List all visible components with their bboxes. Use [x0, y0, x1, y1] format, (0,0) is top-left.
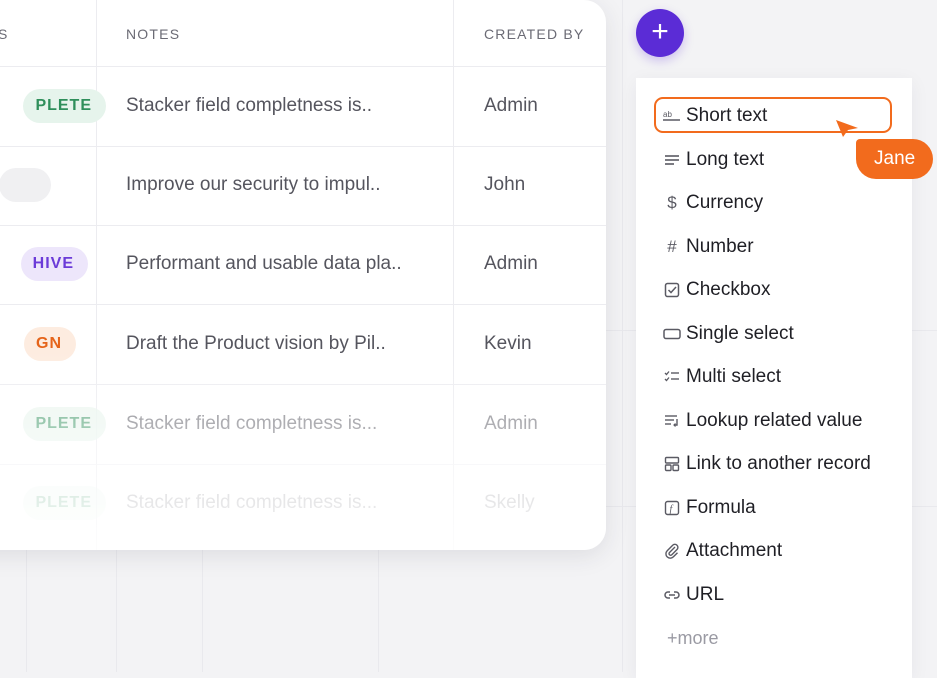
column-header-status[interactable]: S	[0, 26, 9, 42]
menu-item-label: Short text	[686, 105, 768, 126]
menu-item-label: URL	[686, 584, 725, 605]
status-badge: PLETE	[23, 486, 106, 520]
menu-item-attachment[interactable]: Attachment	[662, 534, 782, 568]
note-cell: Stacker field completness is...	[126, 492, 378, 513]
table-row[interactable]: GN Draft the Product vision by Pil.. Kev…	[0, 305, 606, 385]
menu-item-label: Checkbox	[686, 279, 771, 300]
table-row[interactable]: PLETE Stacker field completness is... Ad…	[0, 385, 606, 465]
more-field-types-link[interactable]: +more	[667, 621, 719, 655]
menu-item-short-text[interactable]: ab Short text	[662, 99, 767, 133]
menu-item-number[interactable]: # Number	[662, 230, 754, 264]
menu-item-label: Link to another record	[686, 453, 871, 474]
note-cell: Draft the Product vision by Pil..	[126, 333, 386, 354]
dollar-icon: $	[667, 193, 677, 212]
menu-item-label: Lookup related value	[686, 410, 863, 431]
menu-item-single-select[interactable]: Single select	[662, 317, 794, 351]
created-by-cell: Admin	[484, 413, 538, 434]
column-header-notes[interactable]: NOTES	[126, 26, 180, 42]
menu-item-label: Attachment	[686, 540, 783, 561]
formula-icon: f	[662, 498, 682, 518]
table-row[interactable]: PLETE Stacker field completness is... Sk…	[0, 464, 606, 543]
note-cell: Performant and usable data pla..	[126, 253, 402, 274]
note-cell: Stacker field completness is..	[126, 95, 373, 116]
menu-item-label: Currency	[686, 192, 764, 213]
paperclip-icon	[662, 541, 682, 561]
checkbox-icon	[662, 280, 682, 300]
created-by-cell: John	[484, 174, 526, 195]
created-by-cell: Kevin	[484, 333, 532, 354]
note-cell: Stacker field completness is...	[126, 413, 378, 434]
table-row[interactable]: PLETE Stacker field completness is.. Adm…	[0, 67, 606, 147]
column-header-created-by[interactable]: CREATED BY	[484, 26, 584, 42]
menu-item-multi-select[interactable]: Multi select	[662, 360, 781, 394]
link-icon	[662, 585, 682, 605]
created-by-cell: Admin	[484, 95, 538, 116]
status-badge: GN	[24, 327, 76, 361]
records-table: S NOTES CREATED BY PLETE Stacker field c…	[0, 0, 606, 550]
menu-item-checkbox[interactable]: Checkbox	[662, 273, 771, 307]
menu-item-formula[interactable]: f Formula	[662, 491, 756, 525]
created-by-cell: Admin	[484, 253, 538, 274]
lookup-icon	[662, 411, 682, 431]
table-row[interactable]: Improve our security to impul.. John	[0, 146, 606, 226]
menu-item-url[interactable]: URL	[662, 578, 724, 612]
status-badge: PLETE	[23, 89, 106, 123]
long-text-icon	[662, 150, 682, 170]
table-row[interactable]: HIVE Performant and usable data pla.. Ad…	[0, 225, 606, 305]
table-header: S NOTES CREATED BY	[0, 0, 606, 67]
status-badge: PLETE	[23, 407, 106, 441]
multi-select-icon	[662, 367, 682, 387]
short-text-icon: ab	[662, 106, 682, 126]
menu-item-label: Formula	[686, 497, 756, 518]
menu-item-label: Long text	[686, 149, 765, 170]
menu-item-currency[interactable]: $ Currency	[662, 186, 763, 220]
hash-icon: #	[667, 237, 677, 256]
add-field-button[interactable]: +	[636, 9, 684, 57]
menu-item-link-to-another-record[interactable]: Link to another record	[662, 447, 871, 481]
menu-item-lookup-related-value[interactable]: Lookup related value	[662, 404, 862, 438]
created-by-cell: Skelly	[484, 492, 535, 513]
menu-item-label: Number	[686, 236, 754, 257]
collaborator-name-tag: Jane	[856, 139, 934, 179]
note-cell: Improve our security to impul..	[126, 174, 381, 195]
status-badge	[0, 168, 51, 202]
menu-item-label: Single select	[686, 323, 794, 344]
single-select-icon	[662, 324, 682, 344]
collaborator-cursor-icon	[834, 116, 860, 143]
link-record-icon	[662, 454, 682, 474]
status-badge: HIVE	[20, 247, 88, 281]
svg-text:f: f	[670, 504, 674, 515]
menu-item-long-text[interactable]: Long text	[662, 143, 764, 177]
menu-item-label: Multi select	[686, 366, 782, 387]
svg-text:ab: ab	[663, 110, 672, 119]
